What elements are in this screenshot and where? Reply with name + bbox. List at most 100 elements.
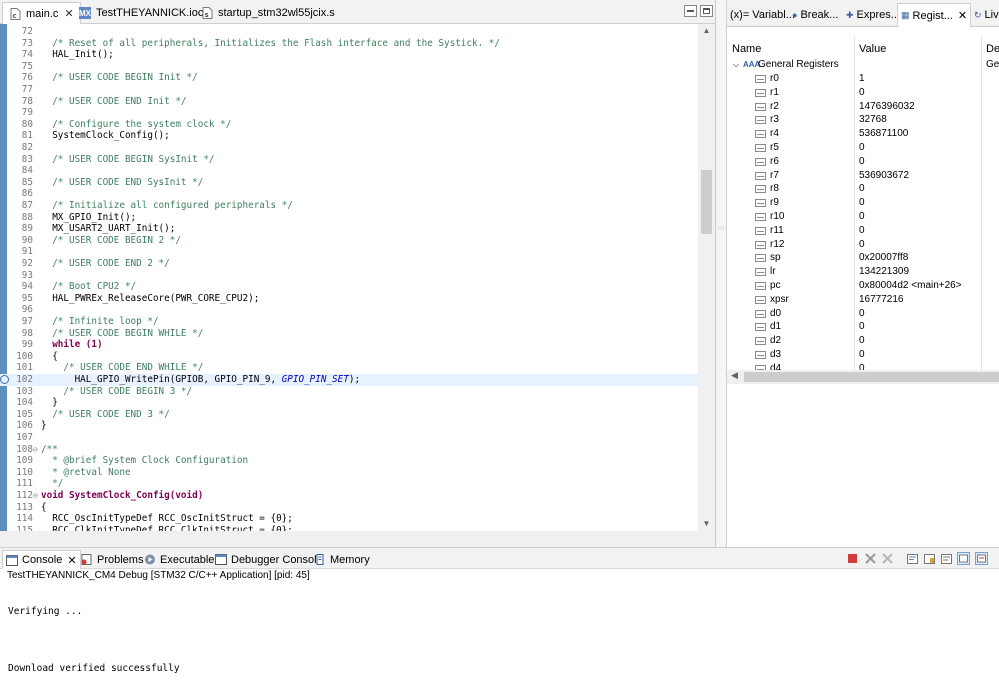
register-row-lr[interactable]: lr 134221309: [727, 265, 999, 279]
code-line[interactable]: 104 }: [0, 397, 698, 409]
tab-expressions[interactable]: ✚ Expres...: [843, 3, 903, 27]
code-line[interactable]: 91: [0, 246, 698, 258]
register-row-r2[interactable]: r2 1476396032: [727, 100, 999, 114]
register-row-r5[interactable]: r5 0: [727, 141, 999, 155]
register-row-r1[interactable]: r1 0: [727, 86, 999, 100]
code-line[interactable]: 105 /* USER CODE END 3 */: [0, 409, 698, 421]
register-value[interactable]: 0: [859, 238, 865, 252]
chevron-down-icon[interactable]: ⌵: [733, 58, 739, 72]
tab-startup-s[interactable]: s startup_stm32wl55jcix.s: [195, 2, 341, 24]
code-line[interactable]: 78 /* USER CODE END Init */: [0, 96, 698, 108]
view-splitter[interactable]: ▭: [716, 0, 726, 547]
tab-memory[interactable]: Memory: [311, 550, 373, 569]
tab-live-expressions[interactable]: ↻ Live: [971, 3, 999, 27]
code-line[interactable]: 72: [0, 26, 698, 38]
column-description[interactable]: Des: [986, 43, 999, 55]
editor-horizontal-scrollbar[interactable]: [0, 531, 715, 547]
remove-all-terminated-icon[interactable]: [881, 552, 894, 565]
code-line[interactable]: 88 MX_GPIO_Init();: [0, 212, 698, 224]
register-value[interactable]: 1: [859, 72, 865, 86]
code-line[interactable]: 87 /* Initialize all configured peripher…: [0, 200, 698, 212]
register-value[interactable]: 32768: [859, 113, 887, 127]
register-value[interactable]: 0: [859, 210, 865, 224]
code-line[interactable]: 92 /* USER CODE END 2 */: [0, 258, 698, 270]
pin-console-icon[interactable]: [975, 552, 988, 565]
code-line[interactable]: 109 * @brief System Clock Configuration: [0, 455, 698, 467]
fold-toggle-icon[interactable]: ⊖: [33, 444, 38, 456]
code-line[interactable]: 76 /* USER CODE BEGIN Init */: [0, 72, 698, 84]
register-value[interactable]: 134221309: [859, 265, 909, 279]
code-line[interactable]: 98 /* USER CODE BEGIN WHILE */: [0, 328, 698, 340]
register-row-r4[interactable]: r4 536871100: [727, 127, 999, 141]
scroll-lock-icon[interactable]: [923, 552, 936, 565]
registers-horizontal-scrollbar[interactable]: ◀: [727, 370, 999, 384]
register-value[interactable]: 0: [859, 86, 865, 100]
column-name[interactable]: Name: [732, 43, 761, 55]
editor-vertical-scrollbar[interactable]: ▲ ▼: [698, 24, 715, 531]
scroll-down-icon[interactable]: ▼: [698, 517, 715, 531]
code-line[interactable]: 108 ⊖/**: [0, 444, 698, 456]
close-icon[interactable]: ✕: [67, 554, 76, 567]
register-value[interactable]: 0: [859, 155, 865, 169]
tab-main-c[interactable]: c main.c ✕: [2, 2, 81, 24]
code-line[interactable]: 84: [0, 165, 698, 177]
register-row-d3[interactable]: d3 0: [727, 348, 999, 362]
register-value[interactable]: 0x20007ff8: [859, 251, 908, 265]
register-value[interactable]: 0: [859, 196, 865, 210]
tab-ioc[interactable]: MX TestTHEYANNICK.ioc: [73, 2, 209, 24]
register-value[interactable]: 1476396032: [859, 100, 915, 114]
remove-launch-icon[interactable]: [864, 552, 877, 565]
code-line[interactable]: 95 HAL_PWREx_ReleaseCore(PWR_CORE_CPU2);: [0, 293, 698, 305]
code-line[interactable]: 93: [0, 270, 698, 282]
code-line[interactable]: 90 /* USER CODE BEGIN 2 */: [0, 235, 698, 247]
register-row-r12[interactable]: r12 0: [727, 238, 999, 252]
register-row-d0[interactable]: d0 0: [727, 307, 999, 321]
register-row-r6[interactable]: r6 0: [727, 155, 999, 169]
register-value[interactable]: 0: [859, 320, 865, 334]
register-value[interactable]: 0x80004d2 <main+26>: [859, 279, 962, 293]
code-line[interactable]: 99 while (1): [0, 339, 698, 351]
code-line[interactable]: 97 /* Infinite loop */: [0, 316, 698, 328]
code-line[interactable]: 112 ⊖ void SystemClock_Config(void): [0, 490, 698, 502]
code-line[interactable]: 113 {: [0, 502, 698, 514]
register-row-d1[interactable]: d1 0: [727, 320, 999, 334]
register-row-pc[interactable]: pc 0x80004d2 <main+26>: [727, 279, 999, 293]
code-line[interactable]: 96: [0, 304, 698, 316]
register-value[interactable]: 0: [859, 307, 865, 321]
tab-registers[interactable]: ▦ Regist... ✕: [897, 3, 972, 27]
code-line[interactable]: 82: [0, 142, 698, 154]
scroll-up-icon[interactable]: ▲: [698, 24, 715, 38]
tab-problems[interactable]: Problems: [78, 550, 146, 569]
register-value[interactable]: 536903672: [859, 169, 909, 183]
code-line[interactable]: 80 /* Configure the system clock */: [0, 119, 698, 131]
code-line[interactable]: 73 /* Reset of all peripherals, Initiali…: [0, 38, 698, 50]
code-line[interactable]: 86: [0, 188, 698, 200]
register-row-r9[interactable]: r9 0: [727, 196, 999, 210]
register-row-r0[interactable]: r0 1: [727, 72, 999, 86]
scroll-thumb[interactable]: [744, 372, 999, 382]
register-value[interactable]: 0: [859, 334, 865, 348]
code-line[interactable]: 110 * @retval None: [0, 467, 698, 479]
code-line[interactable]: 83 /* USER CODE BEGIN SysInit */: [0, 154, 698, 166]
code-line[interactable]: 77: [0, 84, 698, 96]
show-on-output-icon[interactable]: [957, 552, 970, 565]
code-line[interactable]: 101 /* USER CODE END WHILE */: [0, 362, 698, 374]
register-value[interactable]: 536871100: [859, 127, 908, 141]
tab-console[interactable]: Console ✕: [2, 550, 81, 569]
column-value[interactable]: Value: [859, 43, 886, 55]
code-line[interactable]: 114 RCC_OscInitTypeDef RCC_OscInitStruct…: [0, 513, 698, 525]
register-group-general[interactable]: ⌵ AAA General Registers Gen: [727, 58, 999, 72]
code-line[interactable]: 85 /* USER CODE END SysInit */: [0, 177, 698, 189]
code-lines[interactable]: 72 73 /* Reset of all peripherals, Initia…: [0, 24, 698, 531]
tab-breakpoints[interactable]: ● Break...: [789, 3, 841, 27]
code-line[interactable]: 103 /* USER CODE BEGIN 3 */: [0, 386, 698, 398]
register-row-r11[interactable]: r11 0: [727, 224, 999, 238]
code-line[interactable]: 107: [0, 432, 698, 444]
close-icon[interactable]: ✕: [958, 9, 967, 22]
register-value[interactable]: 0: [859, 348, 865, 362]
register-row-r10[interactable]: r10 0: [727, 210, 999, 224]
scroll-thumb[interactable]: [701, 170, 712, 234]
code-line[interactable]: 75: [0, 61, 698, 73]
register-row-sp[interactable]: sp 0x20007ff8: [727, 251, 999, 265]
code-line[interactable]: 74 HAL_Init();: [0, 49, 698, 61]
